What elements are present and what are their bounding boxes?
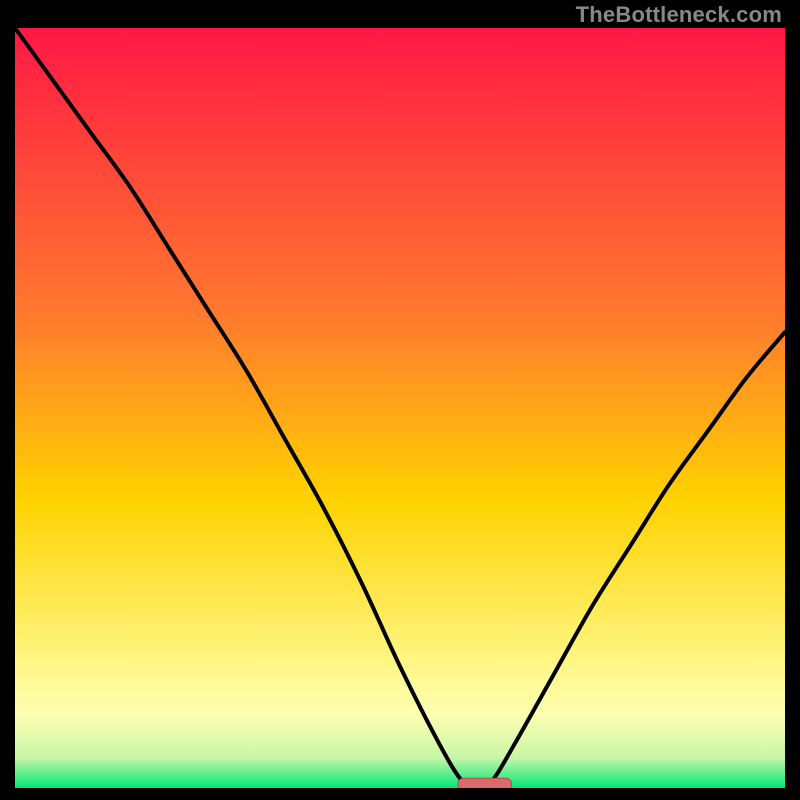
plot-area xyxy=(15,28,785,788)
optimum-marker xyxy=(458,778,512,788)
gradient-background xyxy=(15,28,785,788)
chart-svg xyxy=(15,28,785,788)
chart-container: TheBottleneck.com xyxy=(0,0,800,800)
attribution-label: TheBottleneck.com xyxy=(576,2,782,28)
